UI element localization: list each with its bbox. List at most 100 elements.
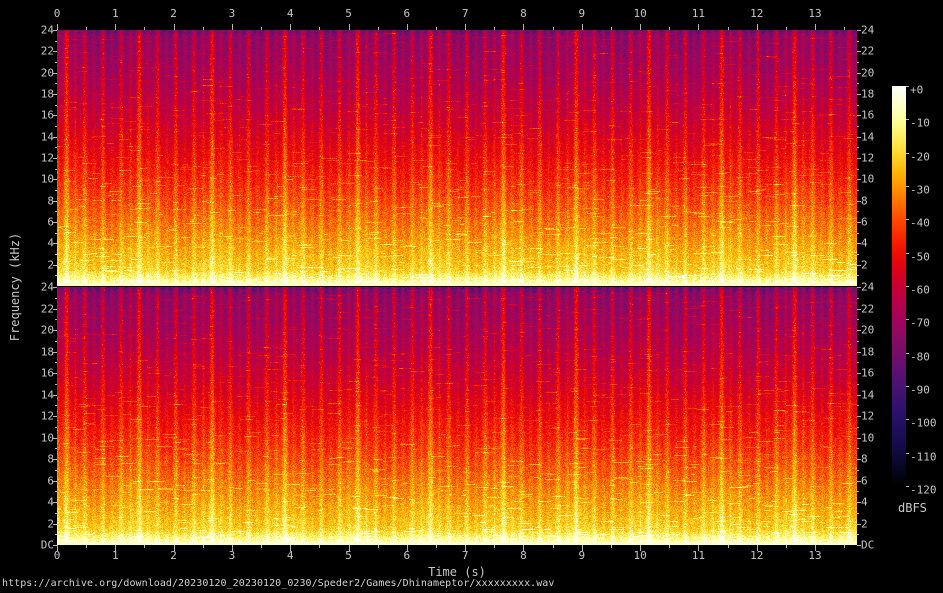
time-axis-tick (757, 24, 758, 30)
freq-axis-tick (857, 545, 861, 546)
freq-tick-label: 18 (861, 88, 874, 101)
colorbar-tick-label: -120 (910, 484, 937, 497)
freq-axis-tick (53, 243, 57, 244)
time-tick-label: 9 (578, 7, 585, 20)
freq-axis-tick (857, 83, 859, 84)
time-axis-tick (203, 545, 204, 548)
freq-axis-tick (857, 211, 859, 212)
colorbar-tick (906, 219, 909, 220)
spectrogram-view: Frequency (kHz) Time (s) dBFS https://ar… (0, 0, 943, 593)
freq-axis-tick (857, 438, 861, 439)
time-tick-label: 7 (462, 7, 469, 20)
time-axis-tick (494, 27, 495, 30)
colorbar-tick (906, 319, 909, 320)
time-axis-tick (290, 24, 291, 30)
time-axis-tick (465, 545, 466, 551)
freq-tick-label: 24 (41, 281, 54, 294)
freq-axis-tick (55, 319, 57, 320)
freq-tick-label: 18 (41, 345, 54, 358)
time-axis-tick (494, 545, 495, 548)
time-axis-tick (786, 545, 787, 548)
freq-tick-label: 6 (861, 216, 868, 229)
time-axis-tick (349, 24, 350, 30)
time-axis-tick (349, 545, 350, 551)
colorbar-tick (906, 419, 909, 420)
freq-axis-tick (857, 448, 859, 449)
freq-axis-tick (857, 201, 861, 202)
time-axis-tick (319, 545, 320, 548)
freq-axis-tick (55, 41, 57, 42)
freq-axis-tick (53, 438, 57, 439)
freq-tick-label: 4 (861, 496, 868, 509)
time-axis-tick (611, 27, 612, 30)
freq-axis-tick (55, 147, 57, 148)
freq-axis-tick (55, 83, 57, 84)
time-tick-label: 11 (692, 7, 705, 20)
colorbar-tick (906, 186, 909, 187)
freq-axis-tick (55, 470, 57, 471)
freq-axis-tick (55, 341, 57, 342)
freq-tick-label: 18 (41, 88, 54, 101)
time-axis-tick (174, 545, 175, 551)
freq-axis-tick (857, 534, 859, 535)
freq-axis-tick (857, 222, 861, 223)
time-axis-tick (669, 27, 670, 30)
time-axis-tick (523, 24, 524, 30)
freq-axis-tick (857, 147, 859, 148)
freq-tick-label: 22 (861, 45, 874, 58)
time-axis-tick (844, 27, 845, 30)
time-axis-tick (232, 545, 233, 551)
spectrogram-channel-right (57, 287, 857, 545)
colorbar-tick (906, 119, 909, 120)
freq-tick-label: 16 (41, 367, 54, 380)
freq-axis-tick (55, 298, 57, 299)
time-axis-tick (669, 545, 670, 548)
colorbar-tick-label: -110 (910, 450, 937, 463)
colorbar-tick-label: -80 (910, 350, 930, 363)
freq-axis-tick (857, 62, 859, 63)
freq-axis-tick (53, 30, 57, 31)
freq-axis-tick (55, 126, 57, 127)
freq-axis-tick (857, 126, 859, 127)
freq-axis-tick (857, 373, 861, 374)
freq-axis-tick (55, 448, 57, 449)
time-axis-tick (436, 27, 437, 30)
freq-axis-tick (55, 105, 57, 106)
freq-tick-label: 12 (861, 152, 874, 165)
time-axis-tick (115, 545, 116, 551)
time-axis-tick (757, 545, 758, 551)
time-axis-tick (582, 24, 583, 30)
time-tick-label: 3 (229, 7, 236, 20)
freq-tick-label: 10 (41, 173, 54, 186)
freq-axis-tick (857, 298, 859, 299)
freq-axis-tick (55, 384, 57, 385)
freq-tick-label: 22 (41, 302, 54, 315)
freq-axis-tick (857, 309, 861, 310)
freq-tick-label: 14 (41, 388, 54, 401)
freq-axis-tick (857, 513, 859, 514)
freq-tick-label: 20 (861, 66, 874, 79)
freq-axis-tick (857, 169, 859, 170)
time-axis-tick (815, 545, 816, 551)
freq-tick-label: 8 (861, 194, 868, 207)
freq-axis-tick (857, 73, 861, 74)
freq-tick-label: 2 (861, 258, 868, 271)
freq-axis-tick (857, 41, 859, 42)
freq-axis-tick (857, 254, 859, 255)
freq-tick-label: 20 (41, 66, 54, 79)
freq-tick-label: 18 (861, 345, 874, 358)
colorbar-tick-label: -20 (910, 150, 930, 163)
freq-axis-tick (857, 427, 859, 428)
time-axis-tick (174, 24, 175, 30)
freq-axis-tick (53, 222, 57, 223)
freq-tick-label: 16 (41, 109, 54, 122)
freq-axis-tick (857, 190, 859, 191)
time-axis-tick (115, 24, 116, 30)
time-axis-tick (553, 27, 554, 30)
colorbar-tick-label: -30 (910, 184, 930, 197)
freq-axis-tick (857, 395, 861, 396)
colorbar-tick (906, 353, 909, 354)
time-axis-tick (378, 545, 379, 548)
freq-axis-tick (857, 470, 859, 471)
colorbar-tick-label: -70 (910, 317, 930, 330)
